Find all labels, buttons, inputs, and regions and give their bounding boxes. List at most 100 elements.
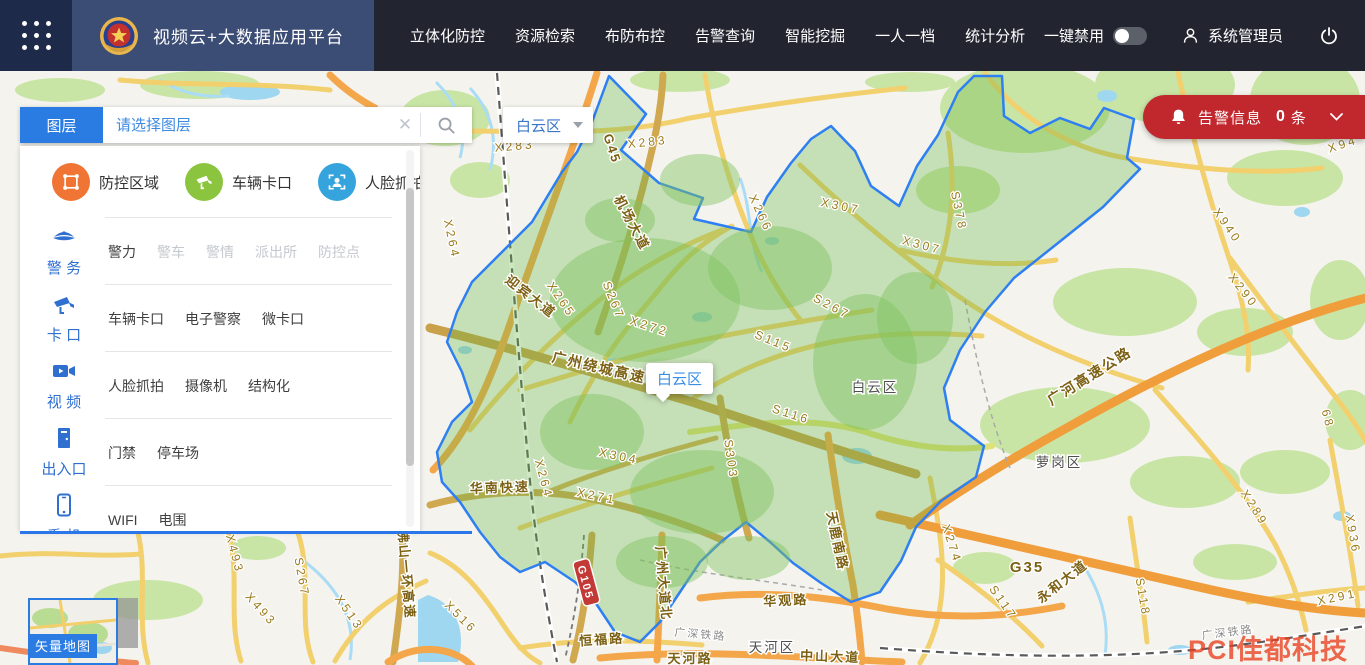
quick-layer-button[interactable]: 防控区域 — [52, 163, 159, 201]
layer-category[interactable]: 视 频 — [20, 352, 108, 419]
layer-category[interactable]: 手 机 — [20, 486, 108, 531]
map-label: 天河区 — [749, 640, 796, 655]
tab-layers[interactable]: 图层 — [20, 107, 103, 143]
chevron-down-icon[interactable] — [1330, 113, 1343, 121]
layer-item[interactable]: 警力 — [108, 242, 136, 262]
layer-item[interactable]: 结构化 — [248, 376, 290, 396]
layer-group-row: 警 务 警力 警车 警情 派出所 防控点 — [20, 218, 420, 285]
layer-item[interactable]: 防控点 — [318, 242, 360, 262]
layer-item[interactable]: 微卡口 — [262, 309, 304, 329]
panel-bottom-border — [20, 531, 472, 534]
layer-item[interactable]: 车辆卡口 — [108, 309, 164, 329]
face-capture-icon — [318, 163, 356, 201]
quick-layer-button[interactable]: 车辆卡口 — [185, 163, 292, 201]
top-bar: 视频云+大数据应用平台 立体化防控 资源检索 布防布控 告警查询 智能挖掘 一人一档 统计分… — [0, 0, 1365, 71]
layer-item[interactable]: WIFI — [108, 512, 138, 528]
layer-item[interactable]: 电围 — [159, 510, 187, 530]
layer-items: WIFI 电围 — [108, 486, 420, 531]
map-label: 天河路 — [667, 651, 712, 665]
map-label: 华南快速 — [470, 479, 531, 496]
phone-icon — [54, 493, 74, 522]
map-district-tooltip[interactable]: 白云区 — [646, 363, 713, 394]
alert-count: 0 — [1276, 108, 1285, 126]
layer-items: 人脸抓拍 摄像机 结构化 — [108, 352, 420, 419]
search-button[interactable] — [421, 107, 472, 143]
nav-item[interactable]: 一人一档 — [875, 25, 935, 46]
checkpoint-camera-icon — [51, 292, 77, 321]
search-icon — [437, 116, 456, 135]
quick-layers: 防控区域 车辆卡口 人脸抓拍 — [20, 146, 420, 218]
user-icon — [1181, 26, 1200, 45]
power-icon — [1319, 26, 1339, 46]
layer-panel-body: 防控区域车辆卡口人脸抓拍 警 务警力警车警情派出所防控点卡 口车辆卡口电子警察微… — [20, 146, 420, 531]
layer-category-label: 卡 口 — [47, 324, 81, 345]
nav-item[interactable]: 告警查询 — [695, 25, 755, 46]
layer-item[interactable]: 派出所 — [255, 242, 297, 262]
layer-category-label: 出入口 — [41, 458, 86, 479]
nav-item[interactable]: 智能挖掘 — [785, 25, 845, 46]
layer-item[interactable]: 摄像机 — [185, 376, 227, 396]
toggle-knob — [1115, 29, 1129, 43]
nav-item[interactable]: 立体化防控 — [410, 25, 485, 46]
region-dropdown[interactable]: 白云区 — [503, 107, 593, 143]
quick-layer-label: 车辆卡口 — [232, 172, 292, 193]
alert-unit: 条 — [1291, 107, 1306, 128]
layer-item[interactable]: 停车场 — [157, 443, 199, 463]
vehicle-camera-icon — [185, 163, 223, 201]
vendor-watermark: PCI佳都科技 — [1188, 628, 1348, 665]
layer-search-input[interactable] — [103, 107, 390, 143]
basemap-label: 矢量地图 — [30, 634, 97, 658]
map-label: 白云区 — [852, 380, 899, 395]
grid-menu-icon — [22, 21, 51, 50]
main-nav: 立体化防控 资源检索 布防布控 告警查询 智能挖掘 一人一档 统计分析 — [410, 0, 1025, 71]
door-icon — [53, 426, 75, 455]
clear-icon[interactable]: ✕ — [390, 107, 420, 143]
layer-item[interactable]: 电子警察 — [185, 309, 241, 329]
one-key-disable-label: 一键禁用 — [1044, 25, 1104, 46]
basemap-option-ghost[interactable] — [118, 598, 138, 648]
user-name: 系统管理员 — [1208, 25, 1283, 46]
layer-item[interactable]: 门禁 — [108, 443, 136, 463]
layer-group-row: 卡 口 车辆卡口 电子警察 微卡口 — [20, 285, 420, 352]
layer-category-label: 视 频 — [47, 391, 81, 412]
video-camera-icon — [51, 359, 77, 388]
header-right: 一键禁用 系统管理员 — [1044, 0, 1365, 71]
nav-item[interactable]: 资源检索 — [515, 25, 575, 46]
map-label: G35 — [1010, 559, 1044, 576]
layer-item[interactable]: 警情 — [206, 242, 234, 262]
layer-category[interactable]: 出入口 — [20, 419, 108, 486]
brand-area: 视频云+大数据应用平台 — [72, 0, 374, 71]
chevron-down-icon — [573, 122, 583, 128]
basemap-switcher[interactable]: 矢量地图 — [28, 598, 118, 665]
nav-item[interactable]: 统计分析 — [965, 25, 1025, 46]
layer-category-label: 警 务 — [47, 257, 81, 278]
map-label: 恒福路 — [579, 630, 625, 648]
alert-label: 告警信息 — [1198, 107, 1262, 128]
police-cap-icon — [51, 225, 77, 254]
app-window: X283X283G45X264X266X307迎宾大道机场大道X265S267X… — [0, 0, 1365, 665]
layer-items: 车辆卡口 电子警察 微卡口 — [108, 285, 420, 352]
layer-group-row: 视 频 人脸抓拍 摄像机 结构化 — [20, 352, 420, 419]
region-value: 白云区 — [516, 115, 573, 136]
police-badge-logo — [98, 15, 140, 57]
alert-bar[interactable]: 告警信息 0 条 — [1143, 95, 1365, 139]
region-icon — [52, 163, 90, 201]
nav-item[interactable]: 布防布控 — [605, 25, 665, 46]
user-menu[interactable]: 系统管理员 — [1181, 25, 1283, 46]
app-title: 视频云+大数据应用平台 — [153, 23, 344, 48]
layer-group-row: 出入口 门禁 停车场 — [20, 419, 420, 486]
layer-panel-header: 图层 ✕ — [20, 107, 472, 143]
apps-menu-button[interactable] — [0, 0, 72, 71]
layer-category[interactable]: 警 务 — [20, 218, 108, 285]
layer-item[interactable]: 警车 — [157, 242, 185, 262]
map-label: 华观路 — [763, 592, 809, 609]
one-key-disable-toggle[interactable] — [1113, 27, 1147, 45]
quick-layer-button[interactable]: 人脸抓拍 — [318, 163, 420, 201]
layer-items: 门禁 停车场 — [108, 419, 420, 486]
scrollbar-thumb[interactable] — [406, 188, 414, 466]
layer-groups: 警 务 警力 警车 警情 派出所 防控点卡 口 车辆卡口 电子警察 微卡口视 频 人脸抓拍 摄像机 结… — [20, 218, 420, 531]
layer-item[interactable]: 人脸抓拍 — [108, 376, 164, 396]
logout-button[interactable] — [1319, 26, 1339, 46]
layer-category[interactable]: 卡 口 — [20, 285, 108, 352]
map-label: 萝岗区 — [1036, 455, 1083, 470]
